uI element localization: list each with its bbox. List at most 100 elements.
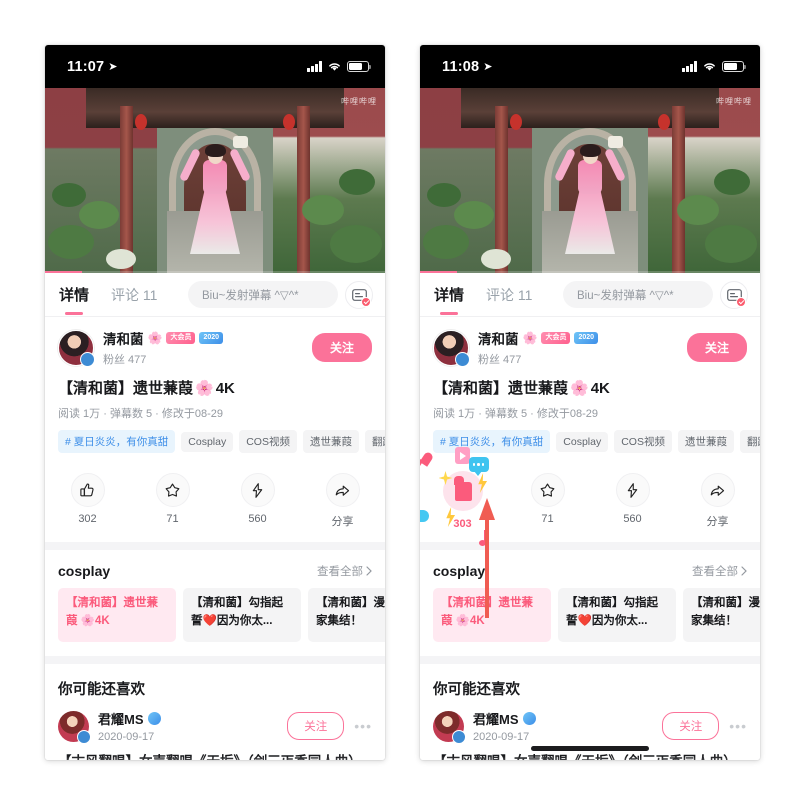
- cellular-bars-icon: [682, 61, 697, 72]
- uploader-name[interactable]: 清和菌: [103, 328, 144, 348]
- level-badge-icon: [522, 712, 536, 725]
- recommend-section: 你可能还喜欢 君耀MS 2020-09-17 关注 ••• 【古风翻唱】女声翻唱…: [45, 664, 385, 760]
- section-divider: [45, 656, 385, 664]
- list-item[interactable]: 【清和菌】漫展大家集结！: [683, 588, 760, 642]
- danmaku-settings-icon[interactable]: [345, 280, 373, 309]
- ellipsis-icon[interactable]: •••: [354, 718, 372, 734]
- avatar[interactable]: [433, 329, 470, 367]
- share-icon: [700, 473, 735, 507]
- ellipsis-icon[interactable]: •••: [729, 718, 747, 734]
- cosplay-section: cosplay 查看全部 【清和菌】遗世蒹葭 🌸4K 【清和菌】勾指起誓❤️因为…: [45, 550, 385, 656]
- status-bar-time: 11:08: [442, 58, 480, 75]
- video-stats: 阅读 1万 · 弹幕数 5 · 修改于08-29: [433, 408, 599, 420]
- tab-bar: 详情 评论 11 Biu~发射弹幕 ^▽^*: [420, 273, 760, 317]
- follow-button[interactable]: 关注: [686, 333, 747, 362]
- tab-comments[interactable]: 评论 11: [109, 281, 159, 309]
- coin-button[interactable]: 560: [590, 473, 675, 529]
- status-bar: 11:07 ➤: [45, 45, 385, 88]
- home-indicator[interactable]: [531, 746, 649, 751]
- cosplay-section-title: cosplay: [58, 563, 111, 579]
- video-player[interactable]: 哔哩哔哩: [420, 88, 760, 273]
- video-progress-bar[interactable]: [420, 270, 760, 273]
- danmaku-input[interactable]: Biu~发射弹幕 ^▽^*: [188, 281, 338, 308]
- tab-detail[interactable]: 详情: [57, 280, 91, 315]
- list-item[interactable]: 【清和菌】遗世蒹葭 🌸4K: [58, 588, 176, 642]
- video-title: 【清和菌】遗世蒹葭 🌸 4K: [45, 371, 385, 399]
- flower-emoji-icon: 🌸: [147, 331, 163, 345]
- share-label: 分享: [706, 516, 729, 528]
- coin-button[interactable]: 560: [215, 473, 300, 529]
- coin-bolt-icon: [615, 473, 650, 507]
- tab-bar: 详情 评论 11 Biu~发射弹幕 ^▽^*: [45, 273, 385, 317]
- recommend-follow-button[interactable]: 关注: [662, 712, 720, 740]
- list-item[interactable]: 【清和菌】漫展大家集结！: [308, 588, 385, 642]
- recommend-video-title[interactable]: 【古风翻唱】女声翻唱《无垢》（剑三丐秀同人曲）: [45, 743, 385, 760]
- tag-topic[interactable]: # 夏日炎炎，有你真甜: [433, 430, 551, 453]
- year-badge: 2020: [574, 331, 599, 345]
- tag-cos-video[interactable]: COS视频: [239, 430, 297, 453]
- phone-screen-after: 11:08 ➤ 哔哩哔哩 详情 评论 11 Biu~发射弹幕 ^▽^* 清和菌 …: [420, 45, 760, 760]
- recommend-title: 你可能还喜欢: [58, 682, 145, 698]
- video-title-suffix: 4K: [215, 380, 235, 397]
- tag-yishi-jianjia[interactable]: 遗世蒹葭: [302, 430, 359, 453]
- tag-fantiao[interactable]: 翻跳: [364, 430, 385, 453]
- danmaku-settings-icon[interactable]: [720, 280, 748, 309]
- action-bar: 302 71 560 分享: [45, 464, 385, 542]
- video-thumbnail: [420, 88, 760, 273]
- level-badge-icon: [147, 712, 161, 725]
- recommend-uploader-name[interactable]: 君耀MS: [473, 709, 519, 728]
- video-stats: 阅读 1万 · 弹幕数 5 · 修改于08-29: [58, 408, 224, 420]
- follow-button[interactable]: 关注: [311, 333, 372, 362]
- like-count: 303: [453, 518, 472, 531]
- video-player[interactable]: 哔哩哔哩: [45, 88, 385, 273]
- status-bar-time: 11:07: [67, 58, 105, 75]
- coin-bolt-icon: [240, 473, 275, 507]
- recommend-uploader-row: 君耀MS 2020-09-17 关注 •••: [420, 709, 760, 744]
- battery-icon: [347, 61, 372, 72]
- phone-screen-before: 11:07 ➤ 哔哩哔哩 详情 评论 11 Biu~发射弹幕 ^▽^* 清和菌 …: [45, 45, 385, 760]
- favorite-button[interactable]: 71: [505, 473, 590, 529]
- wifi-icon: [329, 63, 340, 71]
- video-title-prefix: 【清和菌】遗世蒹葭: [58, 380, 194, 397]
- tag-fantiao[interactable]: 翻跳: [739, 430, 760, 453]
- tag-topic[interactable]: # 夏日炎炎，有你真甜: [58, 430, 176, 453]
- favorite-button[interactable]: 71: [130, 473, 215, 529]
- year-badge: 2020: [199, 331, 224, 345]
- share-button[interactable]: 分享: [300, 473, 385, 529]
- section-divider: [420, 542, 760, 550]
- cosplay-view-all[interactable]: 查看全部: [317, 563, 372, 579]
- video-title: 【清和菌】遗世蒹葭 🌸 4K: [420, 371, 760, 399]
- video-progress-bar[interactable]: [45, 270, 385, 273]
- danmaku-input[interactable]: Biu~发射弹幕 ^▽^*: [563, 281, 713, 308]
- chevron-right-icon: [366, 566, 372, 576]
- tag-cosplay[interactable]: Cosplay: [556, 431, 609, 452]
- tag-yishi-jianjia[interactable]: 遗世蒹葭: [677, 430, 734, 453]
- cosplay-section-title: cosplay: [433, 563, 486, 579]
- share-label: 分享: [331, 516, 354, 528]
- tag-row: # 夏日炎炎，有你真甜 Cosplay COS视频 遗世蒹葭 翻跳: [420, 421, 760, 464]
- uploader-row: 清和菌 🌸 大会员 2020 粉丝 477 关注: [420, 317, 760, 371]
- share-button[interactable]: 分享: [675, 473, 760, 529]
- tag-cos-video[interactable]: COS视频: [614, 430, 672, 453]
- uploader-name[interactable]: 清和菌: [478, 328, 519, 348]
- tab-detail[interactable]: 详情: [432, 280, 466, 315]
- avatar[interactable]: [433, 710, 466, 744]
- video-info-card: 清和菌 🌸 大会员 2020 粉丝 477 关注 【清和菌】遗世蒹葭 🌸 4K …: [45, 317, 385, 542]
- avatar[interactable]: [58, 329, 95, 367]
- cosplay-view-all[interactable]: 查看全部: [692, 563, 747, 579]
- tab-comments[interactable]: 评论 11: [484, 281, 534, 309]
- sparkle-icon: [438, 471, 453, 485]
- cosplay-list: 【清和菌】遗世蒹葭 🌸4K 【清和菌】勾指起誓❤️因为你太... 【清和菌】漫展…: [45, 588, 385, 656]
- comparison-canvas: 11:07 ➤ 哔哩哔哩 详情 评论 11 Biu~发射弹幕 ^▽^* 清和菌 …: [0, 0, 800, 803]
- tag-cosplay[interactable]: Cosplay: [181, 431, 234, 452]
- like-button[interactable]: 302: [45, 473, 130, 529]
- avatar[interactable]: [58, 710, 91, 744]
- star-icon: [155, 473, 190, 507]
- recommend-uploader-name[interactable]: 君耀MS: [98, 709, 144, 728]
- recommend-follow-button[interactable]: 关注: [287, 712, 345, 740]
- video-watermark: 哔哩哔哩: [716, 97, 752, 106]
- list-item[interactable]: 【清和菌】勾指起誓❤️因为你太...: [558, 588, 676, 642]
- location-arrow-icon: ➤: [108, 61, 118, 73]
- list-item[interactable]: 【清和菌】勾指起誓❤️因为你太...: [183, 588, 301, 642]
- chevron-right-icon: [741, 566, 747, 576]
